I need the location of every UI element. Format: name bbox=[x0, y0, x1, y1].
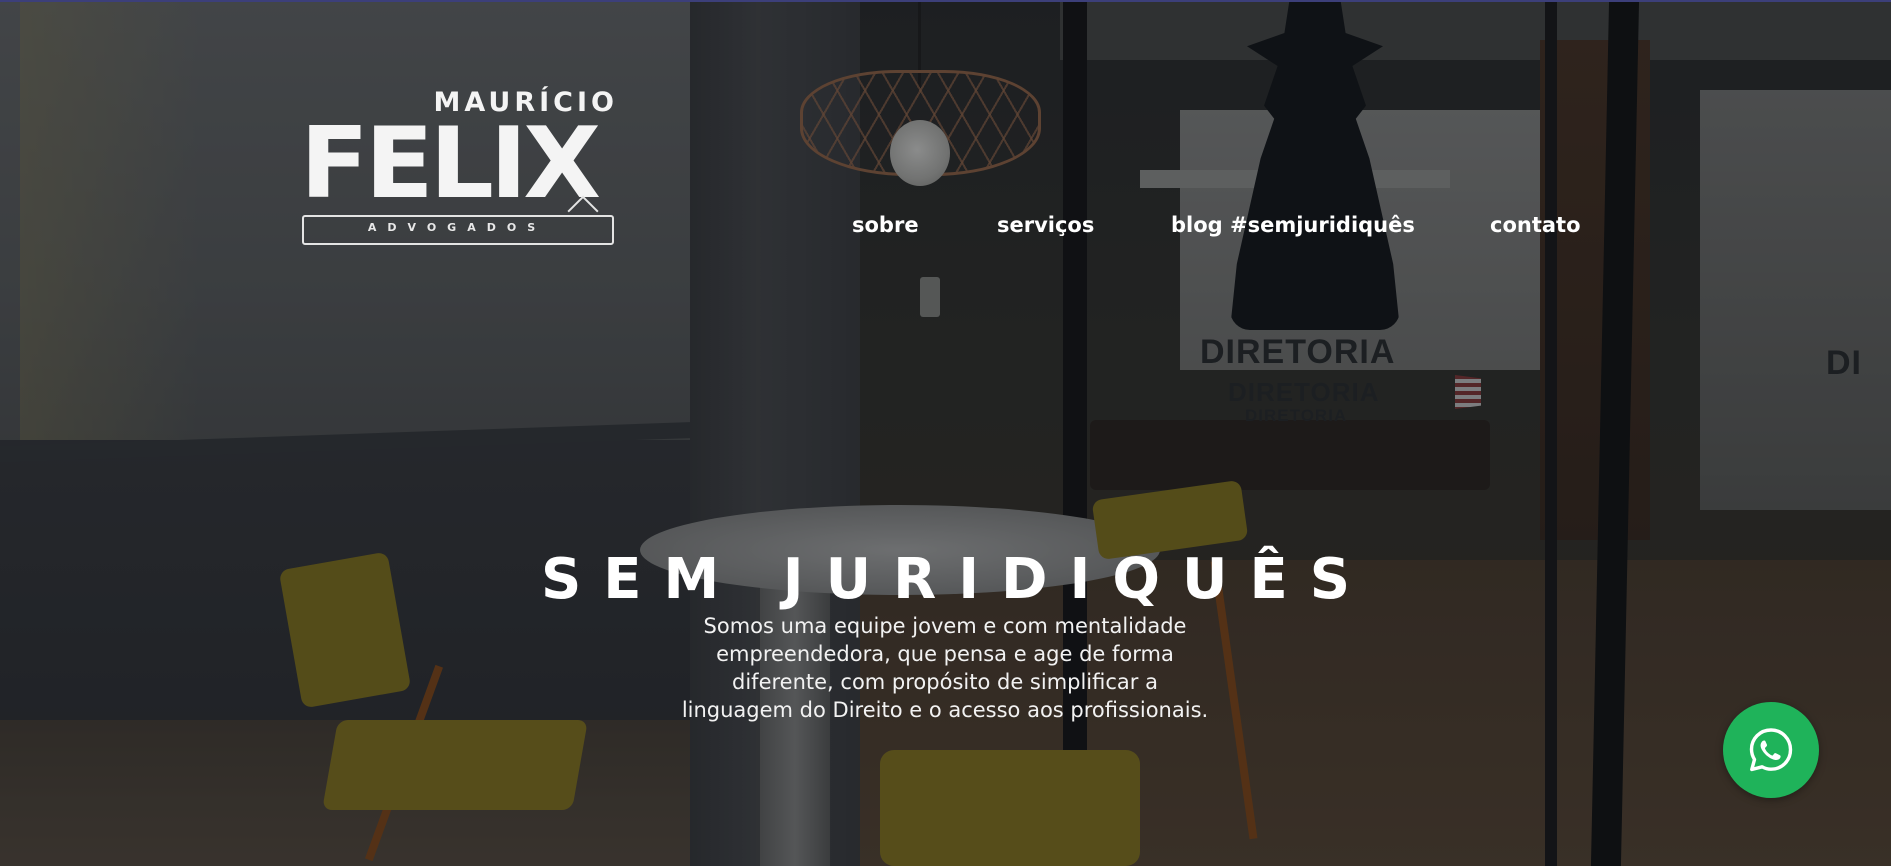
top-border bbox=[0, 0, 1891, 2]
nav-link-contato[interactable]: contato bbox=[1490, 210, 1581, 240]
hero-description: Somos uma equipe jovem e com mentalidade… bbox=[645, 612, 1245, 724]
hero-description-line: linguagem do Direito e o acesso aos prof… bbox=[681, 698, 1209, 722]
nav-link-servicos[interactable]: serviços bbox=[997, 210, 1094, 240]
logo-last-name: FELIX bbox=[300, 107, 601, 221]
hero-description-line: diferente, com propósito de simplificar … bbox=[732, 670, 1158, 694]
hero-section: DIRETORIA DIRETORIA DIRETORIA DI MAURÍCI… bbox=[0, 0, 1891, 866]
hero-headline: SEM JURIDIQUÊS bbox=[540, 546, 1373, 612]
dark-overlay bbox=[0, 0, 1891, 866]
nav-link-sobre[interactable]: sobre bbox=[852, 210, 919, 240]
whatsapp-button[interactable] bbox=[1723, 702, 1819, 798]
hero-description-line: Somos uma equipe jovem e com mentalidade bbox=[703, 614, 1187, 638]
whatsapp-icon bbox=[1746, 725, 1796, 775]
main-nav: sobre serviços blog #semjuridiquês conta… bbox=[0, 210, 1891, 240]
hero-description-line: empreendedora, que pensa e age de forma bbox=[716, 642, 1174, 666]
nav-link-blog[interactable]: blog #semjuridiquês bbox=[1171, 210, 1415, 240]
